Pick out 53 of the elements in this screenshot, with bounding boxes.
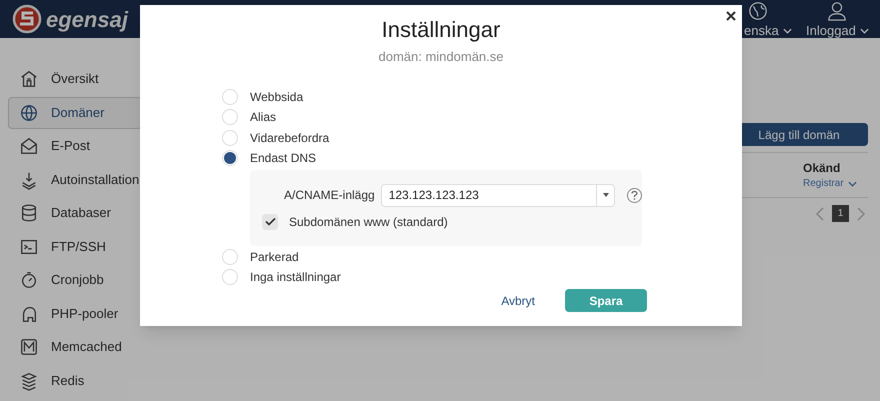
option-label: Endast DNS xyxy=(250,150,316,168)
sidebar-item[interactable]: Cronjobb xyxy=(8,264,142,296)
radio-button[interactable] xyxy=(222,88,238,105)
registrar-menu[interactable]: Registrar xyxy=(803,176,857,191)
record-input[interactable]: 123.123.123.123 xyxy=(380,184,616,206)
chevron-down-icon xyxy=(782,28,792,34)
option-label: Webbsida xyxy=(250,88,304,106)
sidebar-item[interactable]: Domäner xyxy=(8,96,142,128)
dialog-title: Inställningar xyxy=(382,16,500,44)
sidebar-icon xyxy=(19,203,39,223)
cancel-button[interactable]: Avbryt xyxy=(495,289,541,312)
help-icon[interactable] xyxy=(627,188,642,202)
field-label: A/CNAME-inlägg xyxy=(284,187,375,204)
user-icon xyxy=(827,1,848,21)
page-button[interactable]: 1 xyxy=(832,205,849,222)
sidebar-item[interactable]: Memcached xyxy=(8,331,142,363)
previous-page-icon[interactable] xyxy=(816,206,824,220)
sidebar-item[interactable]: Databaser xyxy=(8,197,142,229)
radio-button[interactable] xyxy=(222,109,238,126)
sidebar-item[interactable]: PHP-pooler xyxy=(8,298,142,330)
language-menu[interactable]: enska xyxy=(744,21,792,40)
sidebar-icon xyxy=(19,370,39,390)
user-menu[interactable]: Inloggad xyxy=(806,21,869,40)
radio-button[interactable] xyxy=(222,130,238,146)
sidebar-icon xyxy=(19,102,39,122)
logo-icon xyxy=(12,4,42,34)
sidebar-item[interactable]: FTP/SSH xyxy=(8,230,142,262)
option-label: Inga inställningar xyxy=(250,269,341,286)
radio-button[interactable] xyxy=(222,269,238,286)
option-label: Parkerad xyxy=(250,248,299,266)
sidebar-item[interactable]: Redis xyxy=(8,364,142,396)
domain-subtitle: domän: mindomän.se xyxy=(378,48,504,66)
record-input-text: 123.123.123.123 xyxy=(382,186,596,204)
sidebar-item[interactable]: Autoinstallation xyxy=(8,164,142,196)
option-label: Vidarebefordra xyxy=(250,130,330,147)
sidebar-item[interactable]: Översikt xyxy=(8,63,142,95)
sidebar-icon xyxy=(19,270,39,290)
sidebar-icon xyxy=(19,69,39,89)
sidebar-item[interactable]: E-Post xyxy=(8,130,142,162)
sidebar-icon xyxy=(19,136,39,156)
radio-button[interactable] xyxy=(222,248,238,265)
sidebar-icon xyxy=(19,337,39,357)
chevron-down-icon xyxy=(860,28,869,34)
radio-button[interactable] xyxy=(222,150,238,166)
brand-name: egensaj xyxy=(46,6,128,34)
checkbox[interactable] xyxy=(262,214,278,230)
option-label: Alias xyxy=(250,109,276,126)
dropdown-caret-icon[interactable] xyxy=(602,193,609,197)
checkbox-label: Subdomänen www (standard) xyxy=(289,214,448,230)
check-icon xyxy=(264,217,276,226)
chevron-down-icon xyxy=(848,180,857,186)
status-label: Okänd xyxy=(803,160,840,177)
next-page-icon[interactable] xyxy=(857,206,865,220)
